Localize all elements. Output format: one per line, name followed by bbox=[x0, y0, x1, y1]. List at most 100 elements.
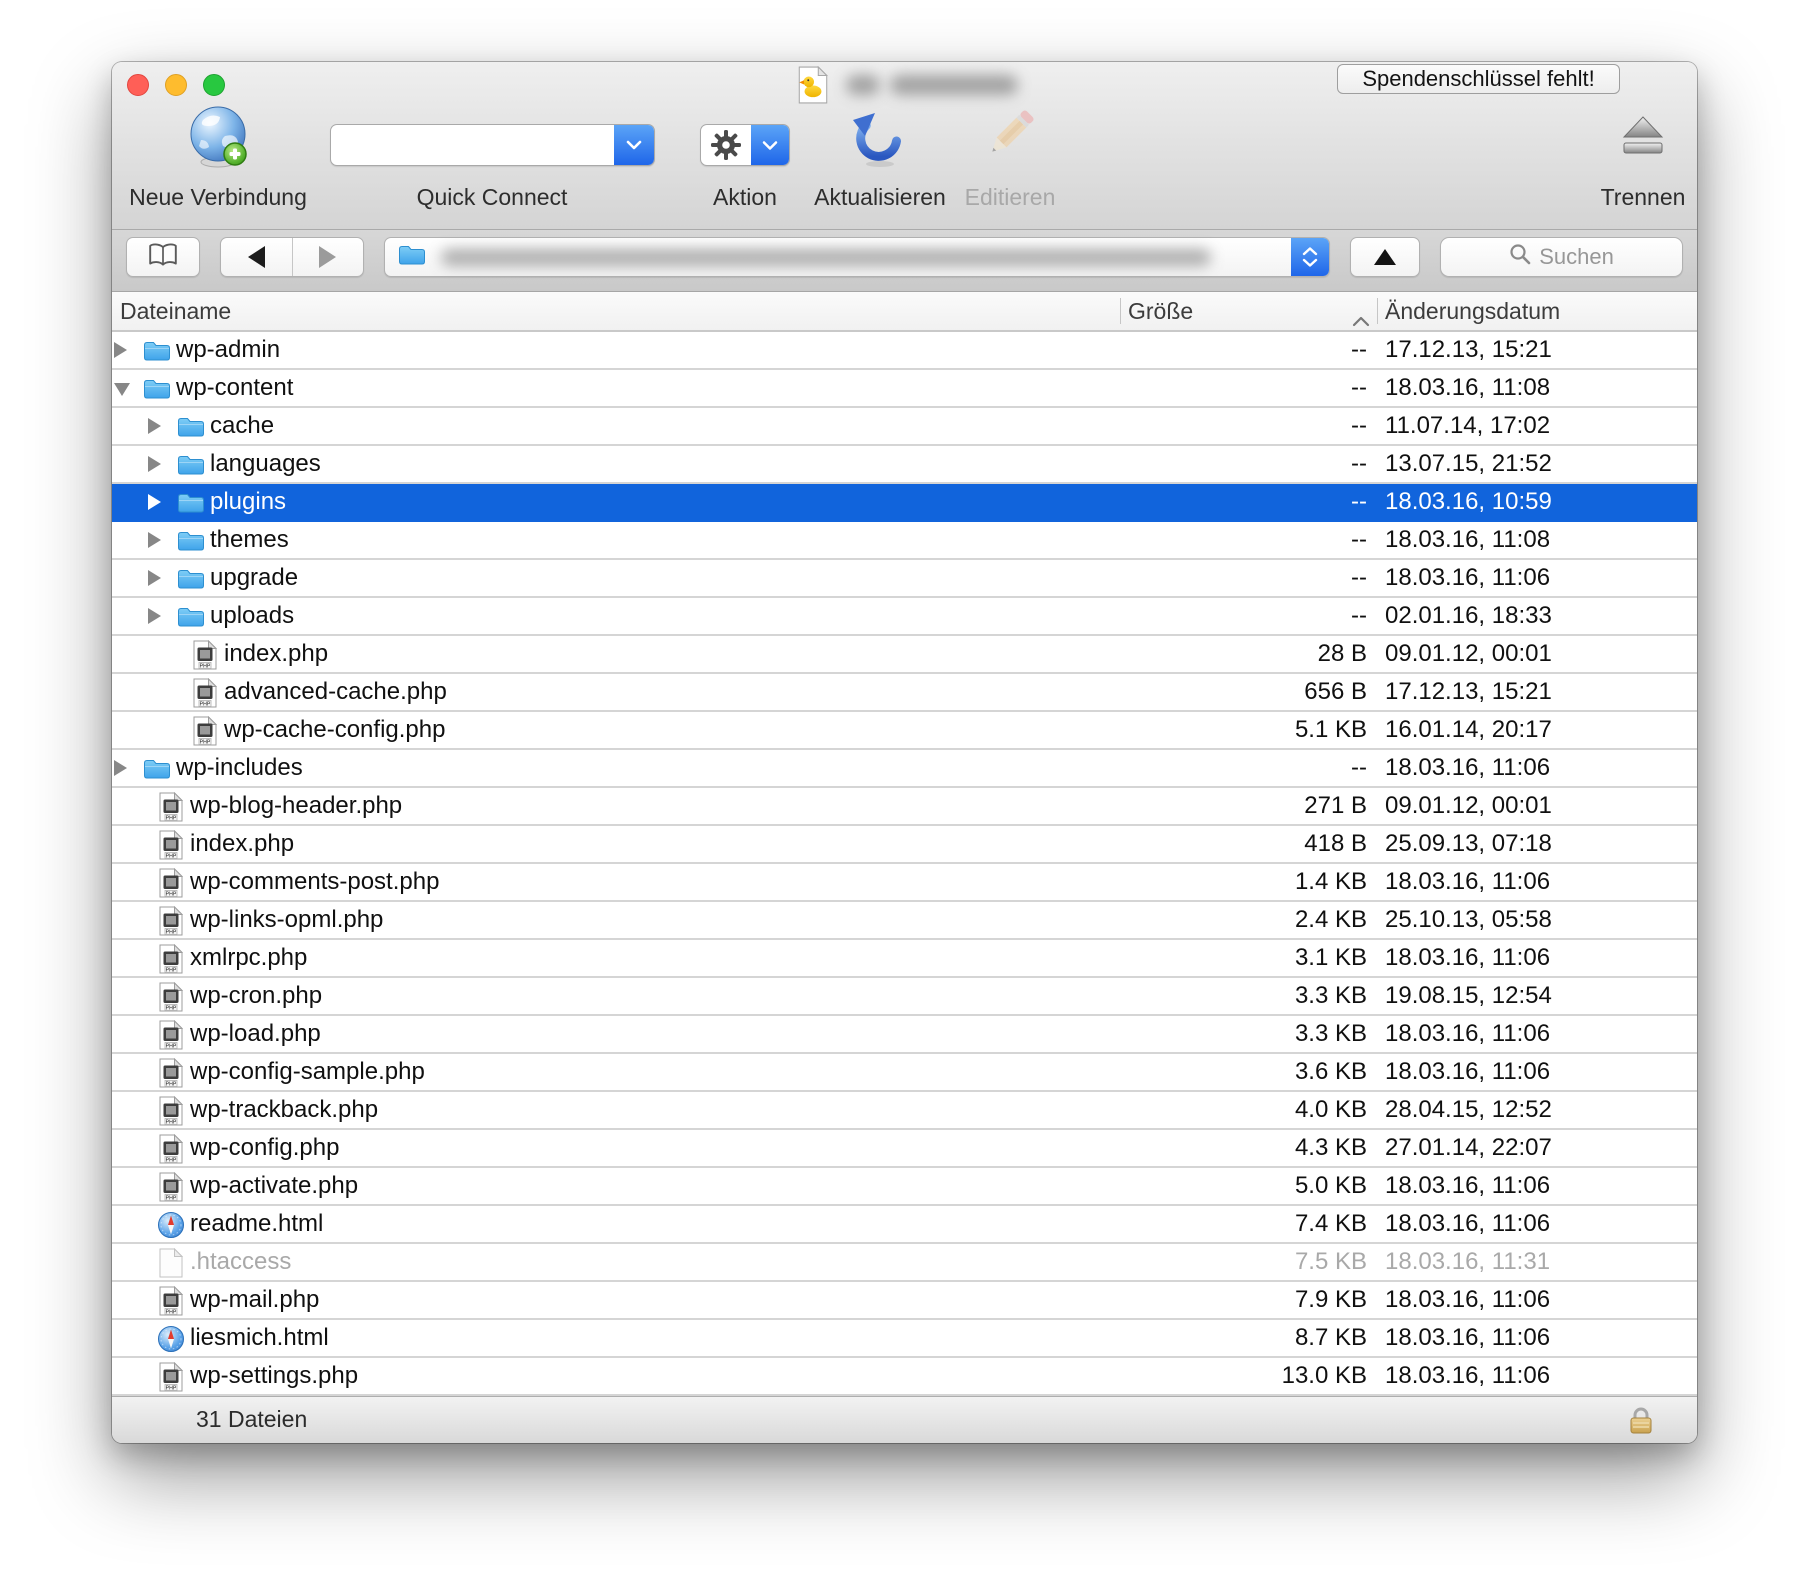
back-triangle-icon bbox=[248, 246, 265, 268]
table-row[interactable]: PHPwp-blog-header.php271 B09.01.12, 00:0… bbox=[112, 788, 1697, 826]
donation-key-missing-button[interactable]: Spendenschlüssel fehlt! bbox=[1337, 64, 1620, 94]
path-dropdown[interactable] bbox=[384, 237, 1330, 277]
refresh-arrow-icon[interactable] bbox=[848, 106, 912, 175]
disclosure-collapsed-icon[interactable] bbox=[148, 570, 161, 586]
file-size: 271 B bbox=[1121, 788, 1378, 824]
table-row[interactable]: PHPwp-config.php4.3 KB27.01.14, 22:07 bbox=[112, 1130, 1697, 1168]
disclosure-collapsed-icon[interactable] bbox=[148, 532, 161, 548]
forward-button[interactable] bbox=[293, 238, 364, 276]
path-bar: Suchen bbox=[112, 230, 1697, 292]
table-row[interactable]: PHPwp-mail.php7.9 KB18.03.16, 11:06 bbox=[112, 1282, 1697, 1320]
folder-icon bbox=[176, 563, 206, 594]
quick-connect-input[interactable] bbox=[337, 128, 611, 162]
table-header: Dateiname Größe Änderungsdatum bbox=[112, 292, 1697, 332]
disclosure-collapsed-icon[interactable] bbox=[148, 418, 161, 434]
file-modified-date: 17.12.13, 15:21 bbox=[1378, 332, 1697, 368]
table-row[interactable]: wp-includes--18.03.16, 11:06 bbox=[112, 750, 1697, 788]
table-row[interactable]: PHPwp-comments-post.php1.4 KB18.03.16, 1… bbox=[112, 864, 1697, 902]
table-row[interactable]: PHPwp-config-sample.php3.6 KB18.03.16, 1… bbox=[112, 1054, 1697, 1092]
file-modified-date: 18.03.16, 11:06 bbox=[1378, 1054, 1697, 1090]
table-row[interactable]: languages--13.07.15, 21:52 bbox=[112, 446, 1697, 484]
file-size: -- bbox=[1121, 750, 1378, 786]
table-row[interactable]: PHPwp-cron.php3.3 KB19.08.15, 12:54 bbox=[112, 978, 1697, 1016]
zoom-button[interactable] bbox=[203, 74, 225, 96]
svg-text:PHP: PHP bbox=[166, 929, 177, 935]
table-row[interactable]: PHPwp-links-opml.php2.4 KB25.10.13, 05:5… bbox=[112, 902, 1697, 940]
window-title-text-redacted bbox=[846, 75, 880, 95]
table-row[interactable]: PHPwp-cache-config.php5.1 KB16.01.14, 20… bbox=[112, 712, 1697, 750]
chevron-down-icon[interactable] bbox=[751, 125, 789, 165]
table-row[interactable]: uploads--02.01.16, 18:33 bbox=[112, 598, 1697, 636]
column-header-modified[interactable]: Änderungsdatum bbox=[1385, 292, 1560, 330]
html-file-icon bbox=[156, 1323, 186, 1354]
disclosure-expanded-icon[interactable] bbox=[114, 383, 130, 396]
svg-text:PHP: PHP bbox=[200, 663, 211, 669]
file-modified-date: 25.10.13, 05:58 bbox=[1378, 902, 1697, 938]
table-row[interactable]: wp-admin--17.12.13, 15:21 bbox=[112, 332, 1697, 370]
globe-plus-icon[interactable] bbox=[183, 102, 253, 175]
chevron-down-icon[interactable] bbox=[614, 125, 654, 165]
cyberduck-window: Spendenschlüssel fehlt! Neue Verbindung bbox=[112, 62, 1697, 1443]
table-row[interactable]: readme.html7.4 KB18.03.16, 11:06 bbox=[112, 1206, 1697, 1244]
eject-icon[interactable] bbox=[1620, 114, 1666, 163]
table-row[interactable]: PHPwp-trackback.php4.0 KB28.04.15, 12:52 bbox=[112, 1092, 1697, 1130]
disclosure-collapsed-icon[interactable] bbox=[148, 456, 161, 472]
file-modified-date: 18.03.16, 11:06 bbox=[1378, 1320, 1697, 1356]
table-row[interactable]: liesmich.html8.7 KB18.03.16, 11:06 bbox=[112, 1320, 1697, 1358]
table-row[interactable]: wp-content--18.03.16, 11:08 bbox=[112, 370, 1697, 408]
gear-icon[interactable] bbox=[701, 125, 751, 165]
close-button[interactable] bbox=[127, 74, 149, 96]
file-size: 3.6 KB bbox=[1121, 1054, 1378, 1090]
file-name: upgrade bbox=[210, 560, 298, 596]
table-row[interactable]: PHPwp-activate.php5.0 KB18.03.16, 11:06 bbox=[112, 1168, 1697, 1206]
table-row[interactable]: PHPindex.php28 B09.01.12, 00:01 bbox=[112, 636, 1697, 674]
disclosure-collapsed-icon[interactable] bbox=[114, 760, 127, 776]
file-size: -- bbox=[1121, 522, 1378, 558]
file-modified-date: 18.03.16, 11:06 bbox=[1378, 1358, 1697, 1394]
minimize-button[interactable] bbox=[165, 74, 187, 96]
file-modified-date: 18.03.16, 10:59 bbox=[1378, 484, 1697, 520]
file-name: wp-activate.php bbox=[190, 1168, 358, 1204]
file-size: 7.4 KB bbox=[1121, 1206, 1378, 1242]
disclosure-collapsed-icon[interactable] bbox=[148, 494, 161, 510]
file-size: 418 B bbox=[1121, 826, 1378, 862]
file-modified-date: 19.08.15, 12:54 bbox=[1378, 978, 1697, 1014]
path-text-redacted bbox=[441, 249, 1211, 266]
table-row[interactable]: PHPxmlrpc.php3.1 KB18.03.16, 11:06 bbox=[112, 940, 1697, 978]
folder-icon bbox=[176, 487, 206, 518]
bookmarks-toggle-button[interactable] bbox=[126, 237, 200, 277]
file-size: 3.3 KB bbox=[1121, 978, 1378, 1014]
table-row[interactable]: upgrade--18.03.16, 11:06 bbox=[112, 560, 1697, 598]
table-row[interactable]: PHPindex.php418 B25.09.13, 07:18 bbox=[112, 826, 1697, 864]
file-size: 7.9 KB bbox=[1121, 1282, 1378, 1318]
column-header-filename[interactable]: Dateiname bbox=[120, 292, 231, 330]
table-row[interactable]: themes--18.03.16, 11:08 bbox=[112, 522, 1697, 560]
window-title-text-redacted bbox=[890, 75, 1018, 95]
table-row[interactable]: PHPadvanced-cache.php656 B17.12.13, 15:2… bbox=[112, 674, 1697, 712]
back-button[interactable] bbox=[221, 238, 292, 276]
file-modified-date: 17.12.13, 15:21 bbox=[1378, 674, 1697, 710]
table-row[interactable]: .htaccess7.5 KB18.03.16, 11:31 bbox=[112, 1244, 1697, 1282]
file-name: wp-includes bbox=[176, 750, 303, 786]
column-header-size[interactable]: Größe bbox=[1128, 292, 1193, 330]
file-list: wp-admin--17.12.13, 15:21wp-content--18.… bbox=[112, 332, 1697, 1396]
titlebar-toolbar: Spendenschlüssel fehlt! Neue Verbindung bbox=[112, 62, 1697, 230]
action-button[interactable] bbox=[700, 124, 790, 166]
search-input[interactable]: Suchen bbox=[1440, 237, 1683, 277]
disclosure-collapsed-icon[interactable] bbox=[114, 342, 127, 358]
file-modified-date: 18.03.16, 11:06 bbox=[1378, 1168, 1697, 1204]
quick-connect-combo[interactable] bbox=[330, 124, 655, 166]
cyberduck-duck-document-icon bbox=[798, 91, 828, 108]
table-row[interactable]: PHPwp-settings.php13.0 KB18.03.16, 11:06 bbox=[112, 1358, 1697, 1396]
file-modified-date: 18.03.16, 11:06 bbox=[1378, 1282, 1697, 1318]
open-book-icon bbox=[147, 242, 179, 273]
table-row[interactable]: plugins--18.03.16, 10:59 bbox=[112, 484, 1697, 522]
file-count: 31 Dateien bbox=[196, 1397, 307, 1442]
file-name: readme.html bbox=[190, 1206, 323, 1242]
disclosure-collapsed-icon[interactable] bbox=[148, 608, 161, 624]
updown-chevrons-icon[interactable] bbox=[1291, 238, 1329, 276]
go-up-button[interactable] bbox=[1350, 237, 1420, 277]
table-row[interactable]: PHPwp-load.php3.3 KB18.03.16, 11:06 bbox=[112, 1016, 1697, 1054]
svg-text:PHP: PHP bbox=[166, 1309, 177, 1315]
table-row[interactable]: cache--11.07.14, 17:02 bbox=[112, 408, 1697, 446]
